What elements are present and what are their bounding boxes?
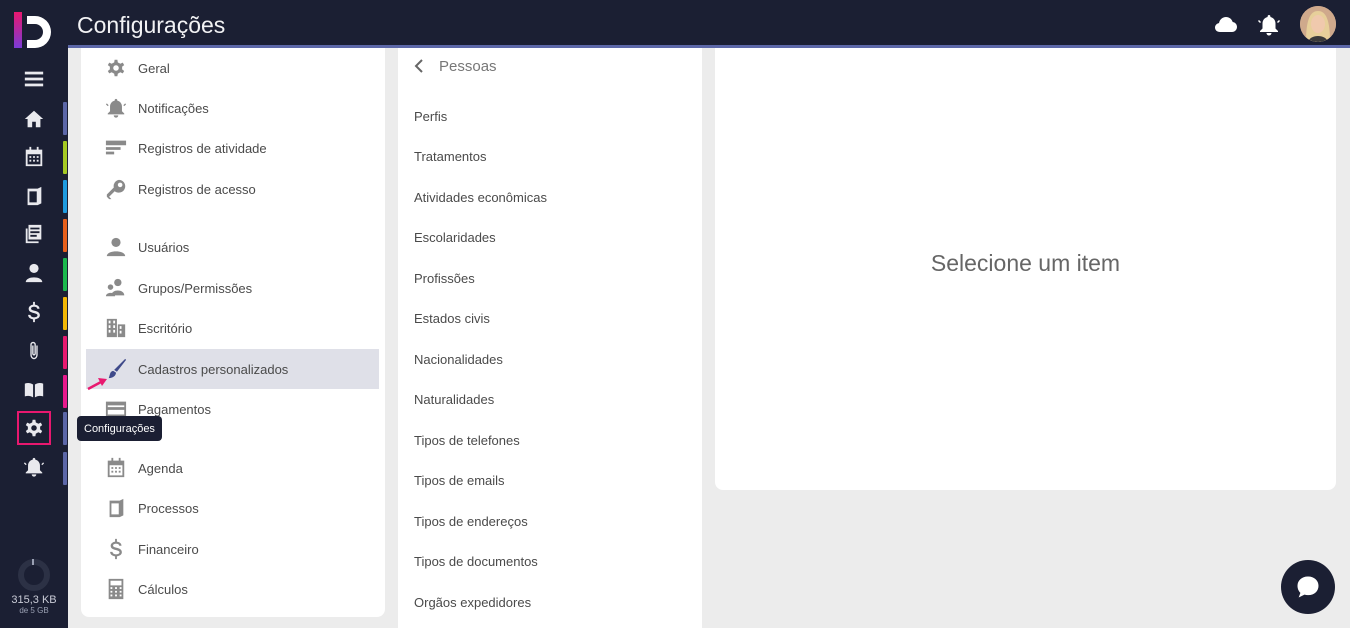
settings-item-label: Grupos/Permissões [138,280,253,296]
sublist-item[interactable]: Tipos de telefones [414,433,520,448]
storage-total: de 5 GB [19,606,49,615]
dollar-icon [103,536,129,562]
group-icon [103,275,129,301]
settings-item-label: Registros de atividade [138,140,267,156]
sublist-item[interactable]: Escolaridades [414,230,496,245]
bell-icon [103,95,129,121]
settings-item-label: Cadastros personalizados [138,361,289,377]
sublist-item[interactable]: Orgãos expedidores [414,595,531,610]
app-logo[interactable] [13,10,55,52]
user-avatar[interactable] [1300,6,1336,42]
settings-item-geral[interactable]: Geral [86,48,379,88]
tooltip: Configurações [77,416,162,441]
settings-item-escritorio[interactable]: Escritório [86,308,379,348]
settings-item-label: Processos [138,500,199,516]
settings-item-label: Financeiro [138,541,199,557]
sublist-item[interactable]: Estados civis [414,311,490,326]
settings-item-label: Agenda [138,460,183,476]
user-icon [103,234,129,260]
sublist-item[interactable]: Atividades econômicas [414,190,547,205]
settings-item-label: Pagamentos [138,401,211,417]
chat-bubble-icon [1297,576,1319,598]
sublist-item[interactable]: Naturalidades [414,392,494,407]
sublist-item[interactable]: Tipos de documentos [414,554,538,569]
book-icon[interactable] [17,373,51,407]
settings-item-label: Notificações [138,100,209,116]
bell-indicator [63,452,67,485]
pointer-arrow-icon [87,378,107,391]
settings-item-cadastros-personalizados[interactable]: Cadastros personalizados [86,349,379,389]
book-indicator [63,375,67,408]
cloud-icon[interactable] [1213,12,1239,38]
bell-icon[interactable] [17,450,51,484]
calendar-indicator [63,141,67,174]
gear-icon[interactable] [17,411,51,445]
menu-icon[interactable] [17,62,51,96]
dollar-indicator [63,297,67,330]
app-rail: 315,3 KB de 5 GB [0,0,68,628]
chat-button[interactable] [1281,560,1335,614]
chevron-left-icon [414,59,423,73]
document-icon[interactable] [17,217,51,251]
building-icon [103,315,129,341]
attachment-indicator [63,336,67,369]
attachment-icon[interactable] [17,334,51,368]
top-bar: Configurações [68,0,1350,48]
settings-menu: Geral Notificações Registros de atividad… [81,48,385,617]
sublist-panel: Pessoas Perfis Tratamentos Atividades ec… [398,48,702,628]
calculator-icon [103,576,129,602]
settings-item-registros-atividade[interactable]: Registros de atividade [86,128,379,168]
sublist-item[interactable]: Profissões [414,271,475,286]
notifications-bell-icon[interactable] [1256,12,1282,38]
settings-item-calculos[interactable]: Cálculos [86,569,379,609]
settings-item-grupos-permissoes[interactable]: Grupos/Permissões [86,268,379,308]
person-icon[interactable] [17,256,51,290]
settings-item-processos[interactable]: Processos [86,488,379,528]
settings-item-agenda[interactable]: Agenda [86,448,379,488]
key-icon [103,176,129,202]
page-title: Configurações [77,12,226,38]
sublist-item[interactable]: Tipos de endereços [414,514,528,529]
calendar-icon[interactable] [17,140,51,174]
detail-panel: Selecione um item [715,48,1336,490]
home-icon[interactable] [17,102,51,136]
sublist-item[interactable]: Perfis [414,109,447,124]
empty-state-message: Selecione um item [930,250,1121,276]
settings-item-notificacoes[interactable]: Notificações [86,88,379,128]
activity-log-icon [103,135,129,161]
home-indicator [63,102,67,135]
process-icon[interactable] [17,179,51,213]
calendar-icon [103,455,129,481]
settings-item-label: Cálculos [138,581,188,597]
settings-item-label: Registros de acesso [138,181,256,197]
settings-item-registros-acesso[interactable]: Registros de acesso [86,169,379,209]
process-icon [103,495,129,521]
document-indicator [63,219,67,252]
storage-used: 315,3 KB [11,594,57,606]
settings-item-label: Escritório [138,320,193,336]
dollar-icon[interactable] [17,295,51,329]
sublist-item[interactable]: Tipos de emails [414,473,505,488]
back-label: Pessoas [439,57,497,75]
back-button[interactable]: Pessoas [412,56,497,76]
settings-item-label: Usuários [138,239,190,255]
sublist-item[interactable]: Tratamentos [414,149,487,164]
settings-item-usuarios[interactable]: Usuários [86,227,379,267]
gear-icon [103,55,129,81]
process-indicator [63,180,67,213]
person-indicator [63,258,67,291]
settings-item-financeiro[interactable]: Financeiro [86,529,379,569]
gear-indicator [63,412,67,445]
sublist-item[interactable]: Nacionalidades [414,352,503,367]
settings-item-label: Geral [138,60,170,76]
storage-gauge [18,559,50,591]
